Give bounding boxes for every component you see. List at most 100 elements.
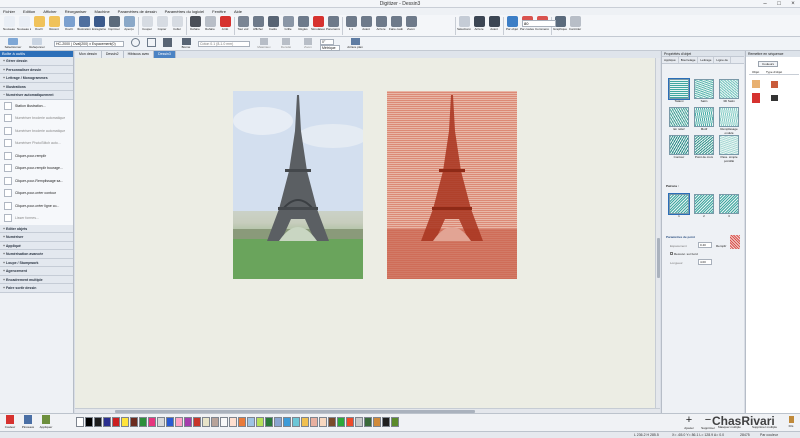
palette-swatch[interactable] xyxy=(157,417,165,427)
section-editer-objets[interactable]: Editer objets xyxy=(0,224,73,233)
material-button[interactable]: Matériaux xyxy=(254,38,274,50)
bottom-tool-pinceaux[interactable]: Pinceaux xyxy=(20,415,36,429)
section-agencement[interactable]: Agencement xyxy=(0,267,73,276)
center-icon-button[interactable] xyxy=(160,38,174,50)
palette-swatch[interactable] xyxy=(184,417,192,427)
stitch-type-remplissage-ondule[interactable]: Remplissage ondulé xyxy=(718,107,740,135)
ribbon-regles-button[interactable]: Règles xyxy=(296,16,310,36)
menu-aide[interactable]: Aide xyxy=(234,9,242,14)
sequence-thumb-stitch[interactable] xyxy=(752,93,760,103)
ribbon-nouveau-a-partir-button[interactable]: Nouveau à partir xyxy=(17,16,31,36)
palette-swatch[interactable] xyxy=(301,417,309,427)
menu-afficher[interactable]: Afficher xyxy=(43,9,57,14)
stitch-type-en-relief[interactable]: En relief xyxy=(668,107,690,135)
ribbon-illustration-button[interactable]: Illustration xyxy=(77,16,91,36)
palette-swatch[interactable] xyxy=(166,417,174,427)
palette-swatch[interactable] xyxy=(382,417,390,427)
spacing-input[interactable]: 0.40 xyxy=(698,242,712,248)
palette-swatch[interactable] xyxy=(112,417,120,427)
stitch-type-pass-simple-pointille[interactable]: Pass. simple pointillé xyxy=(718,135,740,163)
stitch-type-tatami[interactable]: Tatami xyxy=(668,78,690,107)
colors-button[interactable]: Couleurs xyxy=(758,61,778,67)
stitch-type-contour[interactable]: Contour xyxy=(668,135,690,163)
section-faire-sortir-dessin[interactable]: Faire sortir dessin xyxy=(0,284,73,293)
prop-tab-ligne-de[interactable]: Ligne de xyxy=(714,57,731,63)
section-applique[interactable]: Appliqué xyxy=(0,241,73,250)
stitch-type-motif[interactable]: Motif xyxy=(693,107,715,135)
menu-parametres-de-dessin[interactable]: Paramètres de dessin xyxy=(118,9,157,14)
ribbon-zoom-button[interactable]: Zoom xyxy=(404,16,418,36)
ribbon-defaire-button[interactable]: Défaire xyxy=(188,16,202,36)
menu-edition[interactable]: Edition xyxy=(23,9,35,14)
palette-swatch[interactable] xyxy=(94,417,102,427)
menu-parametres-du-logiciel[interactable]: Paramètres du logiciel xyxy=(165,9,205,14)
tool-lisser-formes[interactable]: Lisser formes... xyxy=(0,212,73,225)
tool-cliquer-pour-remplir[interactable]: Cliquer-pour-remplir xyxy=(0,149,73,162)
palette-swatch[interactable] xyxy=(148,417,156,427)
palette-swatch[interactable] xyxy=(193,417,201,427)
palette-swatch[interactable] xyxy=(229,417,237,427)
ribbon-ouvrir-button[interactable]: Ouvrir xyxy=(62,16,76,36)
tool-numeriser-photostitch-auto[interactable]: Numériser PhotoStitch auto... xyxy=(0,137,73,150)
palette-swatch[interactable] xyxy=(85,417,93,427)
palette-swatch[interactable] xyxy=(220,417,228,427)
palette-swatch[interactable] xyxy=(274,417,282,427)
palette-swatch[interactable] xyxy=(76,417,84,427)
minimize-icon[interactable]: – xyxy=(758,0,772,8)
tab-hibiscus-avec[interactable]: Hibiscus avec xyxy=(123,51,155,58)
section-numeriser[interactable]: Numériser xyxy=(0,233,73,242)
eiffel-photo-image[interactable] xyxy=(233,91,363,279)
section-loupe-stumpwork[interactable]: Loupe / Stumpwork xyxy=(0,258,73,267)
palette-swatch[interactable] xyxy=(175,417,183,427)
palette-swatch[interactable] xyxy=(328,417,336,427)
fill-preview-swatch[interactable] xyxy=(730,235,740,249)
tab-dessin3[interactable]: Dessin3 xyxy=(154,51,176,58)
section-numerisation-avancee[interactable]: Numérisation avancée xyxy=(0,250,73,259)
length-input[interactable]: 4.00 xyxy=(698,259,712,265)
ribbon-couper-button[interactable]: Couper xyxy=(140,16,154,36)
palette-swatch[interactable] xyxy=(247,417,255,427)
frame-icon-button[interactable] xyxy=(144,38,158,50)
background-button[interactable]: Arrière plan xyxy=(344,38,366,50)
hoop-button[interactable]: Bonne xyxy=(178,38,194,50)
threads-button[interactable]: Fils xyxy=(786,416,796,428)
prop-tab-lettrage[interactable]: Lettrage xyxy=(698,57,715,63)
add-thread-button[interactable]: + Ajouter xyxy=(680,415,698,431)
ribbon-copier-button[interactable]: Copier xyxy=(155,16,169,36)
ribbon-imprimer-button[interactable]: Imprimer xyxy=(107,16,121,36)
overlap-row[interactable]: Recouvr. sur bord xyxy=(670,252,698,256)
zoom-input[interactable] xyxy=(522,20,556,27)
ribbon-enregistrer-button[interactable]: Enregistrer xyxy=(92,16,106,36)
stitch-type-3d-satin[interactable]: 3D Satin xyxy=(718,79,740,107)
palette-swatch[interactable] xyxy=(265,417,273,427)
palette-swatch[interactable] xyxy=(319,417,327,427)
palette-swatch[interactable] xyxy=(391,417,399,427)
section-numeriser-automatiquement[interactable]: Numériser automatiquement xyxy=(0,91,73,100)
palette-swatch[interactable] xyxy=(346,417,354,427)
tool-cliquer-pour-creer-ligne-co[interactable]: Cliquer-pour-créer ligne co... xyxy=(0,199,73,212)
tab-mon-dessin[interactable]: Mon dessin xyxy=(75,51,102,58)
section-encadrement-multiple[interactable]: Encadrement multiple xyxy=(0,275,73,284)
ribbon-afficher-button[interactable]: Afficher xyxy=(251,16,265,36)
palette-swatch[interactable] xyxy=(355,417,363,427)
machine-select[interactable]: HC-2000 | Oval(200) x Espacement(0) xyxy=(54,41,124,47)
palette-swatch[interactable] xyxy=(283,417,291,427)
palette-swatch[interactable] xyxy=(364,417,372,427)
bottom-tool-couleur[interactable]: Couleur xyxy=(2,415,18,429)
section-illustrations[interactable]: Illustrations xyxy=(0,82,73,91)
bottom-tool-appliquer[interactable]: Appliquer xyxy=(38,415,54,429)
section-personnaliser-dessin[interactable]: Personnaliser dessin xyxy=(0,65,73,74)
ribbon-avant-button[interactable]: Avant xyxy=(487,16,501,36)
palette-swatch[interactable] xyxy=(310,417,318,427)
menu-reorganiser[interactable]: Réorganiser xyxy=(65,9,87,14)
ribbon-par-objet-button[interactable]: Par objet xyxy=(505,16,519,36)
ribbon-cadre-button[interactable]: Cadre xyxy=(266,16,280,36)
palette-swatch[interactable] xyxy=(337,417,345,427)
ribbon-panoramique-button[interactable]: Panoramique xyxy=(326,16,340,36)
palette-swatch[interactable] xyxy=(139,417,147,427)
overlap-checkbox[interactable] xyxy=(670,252,673,255)
palette-swatch[interactable] xyxy=(130,417,138,427)
section-gerer-dessin[interactable]: Gérer dessin xyxy=(0,57,73,66)
ribbon-apercu-button[interactable]: Aperçu xyxy=(122,16,136,36)
ribbon-coller-button[interactable]: Coller xyxy=(170,16,184,36)
